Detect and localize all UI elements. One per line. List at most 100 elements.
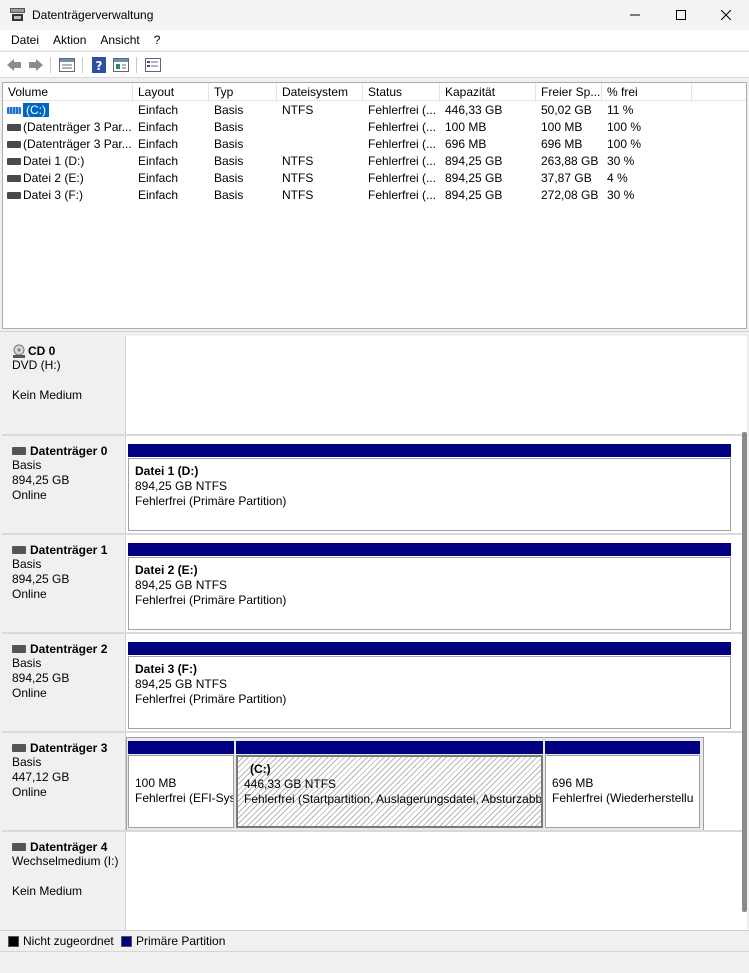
legend-label: Primäre Partition <box>136 934 226 948</box>
table-cell-volume: Datei 3 (F:) <box>3 187 133 204</box>
legend-label: Nicht zugeordnet <box>23 934 114 948</box>
cell-text: (C:) <box>23 103 49 117</box>
disk-label-4[interactable]: Datenträger 4 Wechselmedium (I:) Kein Me… <box>2 832 126 930</box>
primary-partition-bar <box>128 741 234 754</box>
table-cell-layout: Einfach <box>133 136 209 153</box>
menu-help[interactable]: ? <box>147 30 168 50</box>
table-cell-typ: Basis <box>209 119 277 136</box>
disk-info: Online <box>12 488 47 502</box>
table-cell-kap: 696 MB <box>440 136 536 153</box>
column-header-typ[interactable]: Typ <box>209 83 277 101</box>
cell-text: NTFS <box>282 154 314 168</box>
cell-text: 37,87 GB <box>541 171 592 185</box>
disk-label-1[interactable]: Datenträger 1 Basis 894,25 GB Online <box>2 535 126 632</box>
column-header-status[interactable]: Status <box>363 83 440 101</box>
legend-primary-partition: Primäre Partition <box>121 934 225 948</box>
column-header-layout[interactable]: Layout <box>133 83 209 101</box>
table-cell-fs: NTFS <box>277 102 363 119</box>
minimize-button[interactable] <box>612 0 658 30</box>
hard-disk-icon <box>12 744 26 752</box>
cell-text: 696 MB <box>541 137 583 151</box>
volume-list[interactable]: Volume Layout Typ Dateisystem Status Kap… <box>2 82 747 329</box>
table-row[interactable]: (C:) Einfach Basis NTFS Fehlerfrei (... 446,3… <box>3 102 746 119</box>
table-cell-kap: 894,25 GB <box>440 187 536 204</box>
menu-ansicht[interactable]: Ansicht <box>93 30 146 50</box>
column-header-kapazitaet[interactable]: Kapazität <box>440 83 536 101</box>
list-view-button[interactable] <box>58 57 76 73</box>
cell-text: 263,88 GB <box>541 154 599 168</box>
cell-text: Basis <box>214 154 244 168</box>
partition-c[interactable]: (C:) 446,33 GB NTFS Fehlerfrei (Startpar… <box>236 741 543 828</box>
partition-efi[interactable]: 100 MB Fehlerfrei (EFI-Sys <box>128 741 234 828</box>
cell-text: Einfach <box>138 120 179 134</box>
properties-icon <box>113 58 129 72</box>
table-cell-status: Fehlerfrei (... <box>363 136 440 153</box>
table-cell-kap: 894,25 GB <box>440 170 536 187</box>
table-row[interactable]: (Datenträger 3 Par... Einfach Basis Fehlerf… <box>3 119 746 136</box>
pane-splitter[interactable] <box>0 331 749 335</box>
volume-icon <box>7 175 21 182</box>
disk-list-button[interactable] <box>144 57 162 73</box>
cell-text: Einfach <box>138 171 179 185</box>
cell-text: Fehlerfrei (... <box>368 120 437 134</box>
disk-label-0[interactable]: Datenträger 0 Basis 894,25 GB Online <box>2 436 126 533</box>
table-cell-fs: NTFS <box>277 170 363 187</box>
table-row[interactable]: (Datenträger 3 Par... Einfach Basis Fehlerf… <box>3 136 746 153</box>
disk-info: Kein Medium <box>12 388 83 402</box>
legend: Nicht zugeordnet Primäre Partition <box>0 930 749 950</box>
forward-button[interactable] <box>27 57 45 73</box>
maximize-button[interactable] <box>658 0 704 30</box>
close-button[interactable] <box>703 0 749 30</box>
table-row[interactable]: Datei 3 (F:) Einfach Basis NTFS Fehlerfrei (… <box>3 187 746 204</box>
table-cell-status: Fehlerfrei (... <box>363 153 440 170</box>
column-header-freier-speicher[interactable]: Freier Sp... <box>536 83 602 101</box>
column-header-dateisystem[interactable]: Dateisystem <box>277 83 363 101</box>
partition-status: Fehlerfrei (Startpartition, Auslagerungs… <box>244 792 543 806</box>
disk-label-2[interactable]: Datenträger 2 Basis 894,25 GB Online <box>2 634 126 731</box>
svg-text:?: ? <box>96 59 103 73</box>
primary-partition-bar <box>128 543 731 556</box>
table-cell-typ: Basis <box>209 187 277 204</box>
partition-size: 894,25 GB NTFS <box>135 677 228 691</box>
partition-recovery[interactable]: 696 MB Fehlerfrei (Wiederherstellu <box>545 741 700 828</box>
cell-text: 894,25 GB <box>445 154 503 168</box>
help-button[interactable]: ? <box>90 57 108 73</box>
disk-info: Basis <box>12 656 42 670</box>
cell-text: Basis <box>214 103 244 117</box>
cell-text: Datei 3 (F:) <box>23 188 84 202</box>
table-row[interactable]: Datei 1 (D:) Einfach Basis NTFS Fehlerfrei (… <box>3 153 746 170</box>
volume-icon <box>7 107 21 114</box>
partition-size: 894,25 GB NTFS <box>135 578 228 592</box>
disk-info: Online <box>12 686 47 700</box>
primary-partition-bar <box>128 444 731 457</box>
properties-button[interactable] <box>112 57 130 73</box>
volume-icon <box>7 158 21 165</box>
cell-text: 696 MB <box>445 137 487 151</box>
cell-text: 446,33 GB <box>445 103 503 117</box>
table-cell-layout: Einfach <box>133 187 209 204</box>
partition-d[interactable]: Datei 1 (D:) 894,25 GB NTFS Fehlerfrei (… <box>128 444 731 531</box>
table-row[interactable]: Datei 2 (E:) Einfach Basis NTFS Fehlerfrei (… <box>3 170 746 187</box>
toolbar-separator <box>50 57 51 73</box>
disk-label-3[interactable]: Datenträger 3 Basis 447,12 GB Online <box>2 733 126 830</box>
volume-icon <box>7 141 21 148</box>
legend-swatch <box>8 935 19 947</box>
column-header-volume[interactable]: Volume <box>3 83 133 101</box>
table-cell-kap: 100 MB <box>440 119 536 136</box>
table-cell-status: Fehlerfrei (... <box>363 102 440 119</box>
menu-aktion[interactable]: Aktion <box>46 30 93 50</box>
back-button[interactable] <box>5 57 23 73</box>
menu-datei[interactable]: Datei <box>4 30 46 50</box>
vertical-scrollbar[interactable] <box>742 432 747 912</box>
disk-info: Basis <box>12 755 42 769</box>
partition-e[interactable]: Datei 2 (E:) 894,25 GB NTFS Fehlerfrei (… <box>128 543 731 630</box>
table-cell-volume: (Datenträger 3 Par... <box>3 119 133 136</box>
column-header-prozent-frei[interactable]: % frei <box>602 83 692 101</box>
cell-text: 11 % <box>607 103 634 117</box>
disk-name: Datenträger 1 <box>30 543 108 557</box>
disk-name: Datenträger 3 <box>30 741 108 755</box>
partition-status: Fehlerfrei (Primäre Partition) <box>135 692 287 706</box>
disk-list-icon <box>145 58 161 72</box>
partition-f[interactable]: Datei 3 (F:) 894,25 GB NTFS Fehlerfrei (… <box>128 642 731 729</box>
disk-label-cd0[interactable]: CD 0 DVD (H:) Kein Medium <box>2 336 126 434</box>
